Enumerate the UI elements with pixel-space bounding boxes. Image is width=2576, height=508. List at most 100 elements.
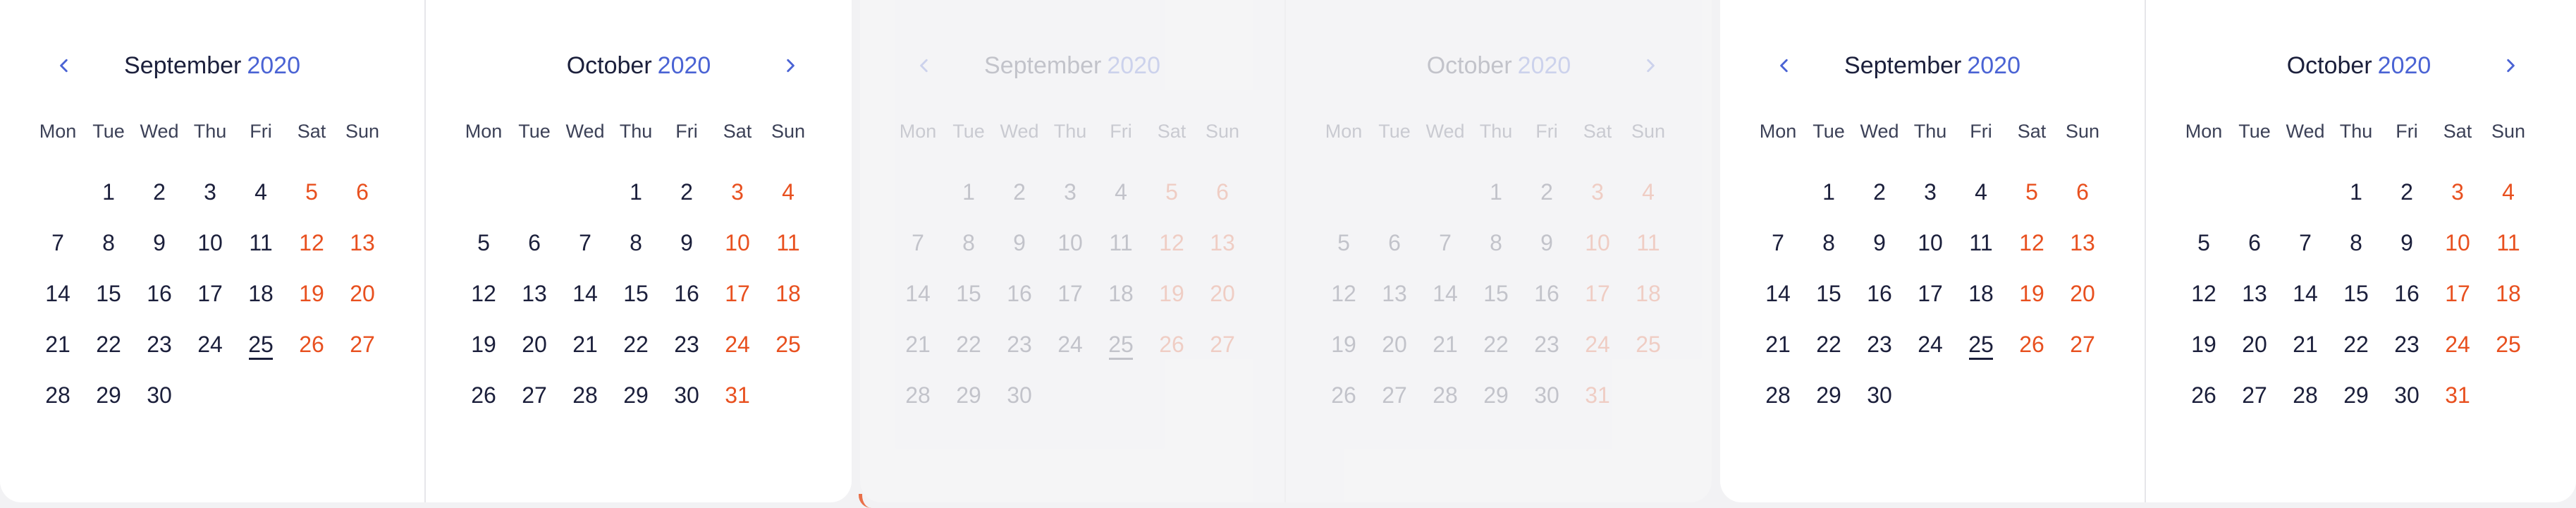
day-cell[interactable]: 5 <box>286 167 337 217</box>
day-cell[interactable]: 9 <box>994 217 1045 268</box>
day-cell[interactable]: 6 <box>2229 217 2280 268</box>
day-cell[interactable]: 28 <box>560 370 611 421</box>
day-cell[interactable]: 10 <box>1045 217 1096 268</box>
day-cell[interactable]: 18 <box>235 268 286 319</box>
day-cell[interactable]: 14 <box>32 268 83 319</box>
day-cell[interactable]: 10 <box>712 217 763 268</box>
day-cell[interactable]: 18 <box>2483 268 2534 319</box>
day-cell[interactable]: 23 <box>1521 319 1572 370</box>
day-cell[interactable]: 18 <box>1096 268 1146 319</box>
day-cell[interactable]: 11 <box>1623 217 1674 268</box>
day-cell[interactable]: 29 <box>943 370 994 421</box>
day-cell[interactable]: 3 <box>185 167 235 217</box>
day-cell[interactable]: 19 <box>2006 268 2057 319</box>
day-cell[interactable]: 25 <box>1096 319 1146 370</box>
day-cell[interactable]: 16 <box>994 268 1045 319</box>
day-cell[interactable]: 22 <box>1471 319 1521 370</box>
day-cell[interactable]: 13 <box>2057 217 2108 268</box>
day-cell[interactable]: 25 <box>1956 319 2006 370</box>
day-cell[interactable]: 15 <box>611 268 661 319</box>
day-cell[interactable]: 10 <box>2432 217 2483 268</box>
day-cell[interactable]: 18 <box>763 268 814 319</box>
day-cell[interactable]: 12 <box>286 217 337 268</box>
day-cell[interactable]: 31 <box>2432 370 2483 421</box>
day-cell[interactable]: 2 <box>1854 167 1905 217</box>
day-cell[interactable]: 28 <box>893 370 943 421</box>
day-cell[interactable]: 26 <box>1146 319 1197 370</box>
day-cell[interactable]: 27 <box>1197 319 1248 370</box>
day-cell[interactable]: 4 <box>1623 167 1674 217</box>
day-cell[interactable]: 17 <box>1045 268 1096 319</box>
day-cell[interactable]: 30 <box>994 370 1045 421</box>
day-cell[interactable]: 21 <box>2280 319 2331 370</box>
day-cell[interactable]: 5 <box>1146 167 1197 217</box>
day-cell[interactable]: 3 <box>2432 167 2483 217</box>
day-cell[interactable]: 29 <box>2331 370 2381 421</box>
day-cell[interactable]: 10 <box>1905 217 1956 268</box>
day-cell[interactable]: 20 <box>509 319 560 370</box>
day-cell[interactable]: 7 <box>1753 217 1803 268</box>
day-cell[interactable]: 6 <box>2057 167 2108 217</box>
day-cell[interactable]: 16 <box>2381 268 2432 319</box>
day-cell[interactable]: 21 <box>1420 319 1471 370</box>
day-cell[interactable]: 1 <box>611 167 661 217</box>
day-cell[interactable]: 2 <box>994 167 1045 217</box>
day-cell[interactable]: 20 <box>1369 319 1420 370</box>
day-cell[interactable]: 9 <box>661 217 712 268</box>
day-cell[interactable]: 20 <box>2057 268 2108 319</box>
day-cell[interactable]: 9 <box>1521 217 1572 268</box>
day-cell[interactable]: 29 <box>611 370 661 421</box>
day-cell[interactable]: 30 <box>1521 370 1572 421</box>
day-cell[interactable]: 22 <box>2331 319 2381 370</box>
day-cell[interactable]: 15 <box>1471 268 1521 319</box>
day-cell[interactable]: 27 <box>337 319 388 370</box>
day-cell[interactable]: 15 <box>83 268 134 319</box>
next-month-button[interactable] <box>773 48 808 83</box>
day-cell[interactable]: 20 <box>337 268 388 319</box>
day-cell[interactable]: 23 <box>661 319 712 370</box>
day-cell[interactable]: 27 <box>2229 370 2280 421</box>
day-cell[interactable]: 25 <box>2483 319 2534 370</box>
day-cell[interactable]: 28 <box>32 370 83 421</box>
day-cell[interactable]: 13 <box>1369 268 1420 319</box>
day-cell[interactable]: 28 <box>1420 370 1471 421</box>
day-cell[interactable]: 4 <box>2483 167 2534 217</box>
day-cell[interactable]: 16 <box>134 268 185 319</box>
day-cell[interactable]: 28 <box>2280 370 2331 421</box>
day-cell[interactable]: 25 <box>763 319 814 370</box>
day-cell[interactable]: 29 <box>83 370 134 421</box>
day-cell[interactable]: 5 <box>1318 217 1369 268</box>
day-cell[interactable]: 24 <box>2432 319 2483 370</box>
day-cell[interactable]: 2 <box>2381 167 2432 217</box>
day-cell[interactable]: 14 <box>1420 268 1471 319</box>
day-cell[interactable]: 3 <box>1572 167 1623 217</box>
day-cell[interactable]: 27 <box>509 370 560 421</box>
day-cell[interactable]: 19 <box>458 319 509 370</box>
day-cell[interactable]: 2 <box>661 167 712 217</box>
day-cell[interactable]: 12 <box>1146 217 1197 268</box>
day-cell[interactable]: 17 <box>2432 268 2483 319</box>
day-cell[interactable]: 26 <box>2178 370 2229 421</box>
day-cell[interactable]: 2 <box>134 167 185 217</box>
day-cell[interactable]: 8 <box>2331 217 2381 268</box>
day-cell[interactable]: 4 <box>1956 167 2006 217</box>
day-cell[interactable]: 25 <box>1623 319 1674 370</box>
day-cell[interactable]: 23 <box>994 319 1045 370</box>
day-cell[interactable]: 5 <box>458 217 509 268</box>
day-cell[interactable]: 24 <box>1045 319 1096 370</box>
day-cell[interactable]: 31 <box>1572 370 1623 421</box>
day-cell[interactable]: 19 <box>2178 319 2229 370</box>
day-cell[interactable]: 11 <box>1956 217 2006 268</box>
day-cell[interactable]: 20 <box>1197 268 1248 319</box>
day-cell[interactable]: 11 <box>235 217 286 268</box>
day-cell[interactable]: 11 <box>763 217 814 268</box>
day-cell[interactable]: 23 <box>1854 319 1905 370</box>
day-cell[interactable]: 22 <box>611 319 661 370</box>
day-cell[interactable]: 3 <box>712 167 763 217</box>
day-cell[interactable]: 2 <box>1521 167 1572 217</box>
day-cell[interactable]: 15 <box>1803 268 1854 319</box>
day-cell[interactable]: 19 <box>286 268 337 319</box>
day-cell[interactable]: 22 <box>1803 319 1854 370</box>
day-cell[interactable]: 22 <box>83 319 134 370</box>
day-cell[interactable]: 12 <box>2006 217 2057 268</box>
